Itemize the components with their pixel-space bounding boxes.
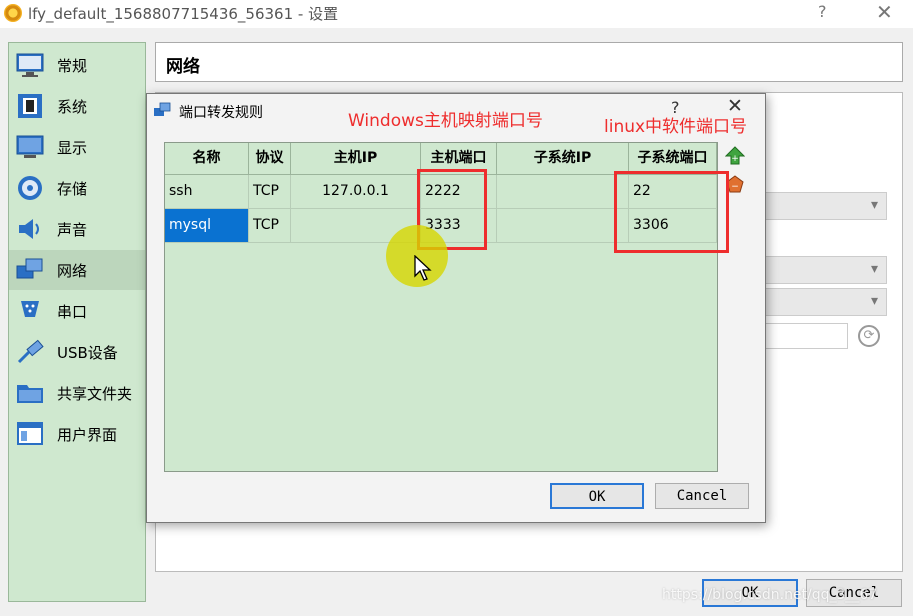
cell-guest-ip[interactable] bbox=[497, 175, 629, 209]
sidebar-item-network[interactable]: 网络 bbox=[9, 250, 145, 290]
cell-protocol[interactable]: TCP bbox=[249, 175, 291, 209]
sidebar-item-system[interactable]: 系统 bbox=[9, 86, 145, 126]
network-icon bbox=[154, 102, 171, 116]
serial-icon bbox=[21, 301, 39, 317]
dialog-ok-button[interactable]: OK bbox=[550, 483, 644, 509]
sidebar-item-label: 显示 bbox=[57, 139, 88, 157]
annotation-guest-port-label: linux中软件端口号 bbox=[604, 117, 748, 137]
mouse-pointer-icon bbox=[414, 255, 432, 281]
page-header: 网络 bbox=[155, 42, 903, 82]
window-close-button[interactable]: ✕ bbox=[876, 0, 893, 24]
svg-text:+: + bbox=[731, 154, 739, 164]
cell-protocol[interactable]: TCP bbox=[249, 209, 291, 243]
sidebar-item-label: USB设备 bbox=[57, 344, 118, 362]
virtualbox-app-icon bbox=[4, 4, 22, 22]
sidebar-item-display[interactable]: 显示 bbox=[9, 127, 145, 167]
column-header-guest-ip[interactable]: 子系统IP bbox=[497, 143, 629, 175]
sidebar-item-label: 串口 bbox=[57, 303, 88, 321]
adapter-type-combo[interactable] bbox=[757, 256, 887, 284]
column-header-protocol[interactable]: 协议 bbox=[249, 143, 291, 175]
chip-icon bbox=[18, 94, 42, 118]
display-icon bbox=[16, 135, 44, 158]
sidebar-item-label: 声音 bbox=[57, 221, 88, 239]
dialog-cancel-button[interactable]: Cancel bbox=[655, 483, 749, 509]
sidebar-item-label: 常规 bbox=[57, 57, 88, 75]
annotation-guest-port-box bbox=[614, 171, 729, 253]
sidebar-item-shared-folders[interactable]: 共享文件夹 bbox=[9, 373, 145, 413]
ui-icon bbox=[17, 422, 43, 445]
sidebar-item-label: 存储 bbox=[57, 180, 88, 198]
folder-icon bbox=[17, 385, 43, 403]
port-forwarding-dialog: 端口转发规则 ? ✕ 名称 协议 主机IP 主机端口 子系统IP 子系统端口 s… bbox=[146, 93, 766, 523]
add-rule-icon[interactable]: + bbox=[725, 146, 745, 166]
dialog-title: 端口转发规则 bbox=[179, 105, 263, 121]
page-title: 网络 bbox=[166, 57, 200, 77]
sidebar-item-label: 共享文件夹 bbox=[57, 385, 133, 403]
sidebar-item-label: 系统 bbox=[57, 98, 88, 116]
network-icon bbox=[16, 258, 43, 279]
watermark: https://blog.csdn.net/qq_3__67 bbox=[662, 587, 878, 603]
sidebar-item-label: 用户界面 bbox=[57, 426, 118, 444]
sidebar-item-general[interactable]: 常规 bbox=[9, 45, 145, 85]
sidebar-item-usb[interactable]: USB设备 bbox=[9, 332, 145, 372]
attached-to-combo[interactable] bbox=[757, 192, 887, 220]
speaker-icon bbox=[19, 219, 39, 239]
window-title: lfy_default_1568807715436_56361 - 设置 bbox=[28, 5, 339, 23]
cell-guest-ip[interactable] bbox=[497, 209, 629, 243]
window-titlebar: lfy_default_1568807715436_56361 - 设置 ? ✕ bbox=[0, 0, 913, 28]
sidebar-item-label: 网络 bbox=[57, 262, 88, 280]
sidebar-item-audio[interactable]: 声音 bbox=[9, 209, 145, 249]
cell-host-ip[interactable]: 127.0.0.1 bbox=[291, 175, 421, 209]
usb-icon bbox=[17, 339, 44, 364]
mac-address-field[interactable] bbox=[760, 323, 848, 349]
sidebar-item-serial[interactable]: 串口 bbox=[9, 291, 145, 331]
disk-icon bbox=[18, 176, 42, 200]
cell-name-selected[interactable]: mysql bbox=[165, 209, 249, 243]
monitor-icon bbox=[16, 53, 44, 77]
refresh-mac-icon[interactable]: ⟳ bbox=[858, 325, 880, 347]
window-help-button[interactable]: ? bbox=[818, 2, 827, 21]
settings-sidebar: 常规 系统 显示 存储 声音 网络 串口 USB设备 共享文件夹 用户界面 bbox=[8, 42, 146, 602]
column-header-host-ip[interactable]: 主机IP bbox=[291, 143, 421, 175]
svg-text:−: − bbox=[731, 182, 739, 192]
annotation-host-port-label: Windows主机映射端口号 bbox=[348, 111, 543, 131]
sidebar-item-storage[interactable]: 存储 bbox=[9, 168, 145, 208]
column-header-name[interactable]: 名称 bbox=[165, 143, 249, 175]
promiscuous-mode-combo[interactable] bbox=[757, 288, 887, 316]
sidebar-item-user-interface[interactable]: 用户界面 bbox=[9, 414, 145, 454]
cell-name[interactable]: ssh bbox=[165, 175, 249, 209]
